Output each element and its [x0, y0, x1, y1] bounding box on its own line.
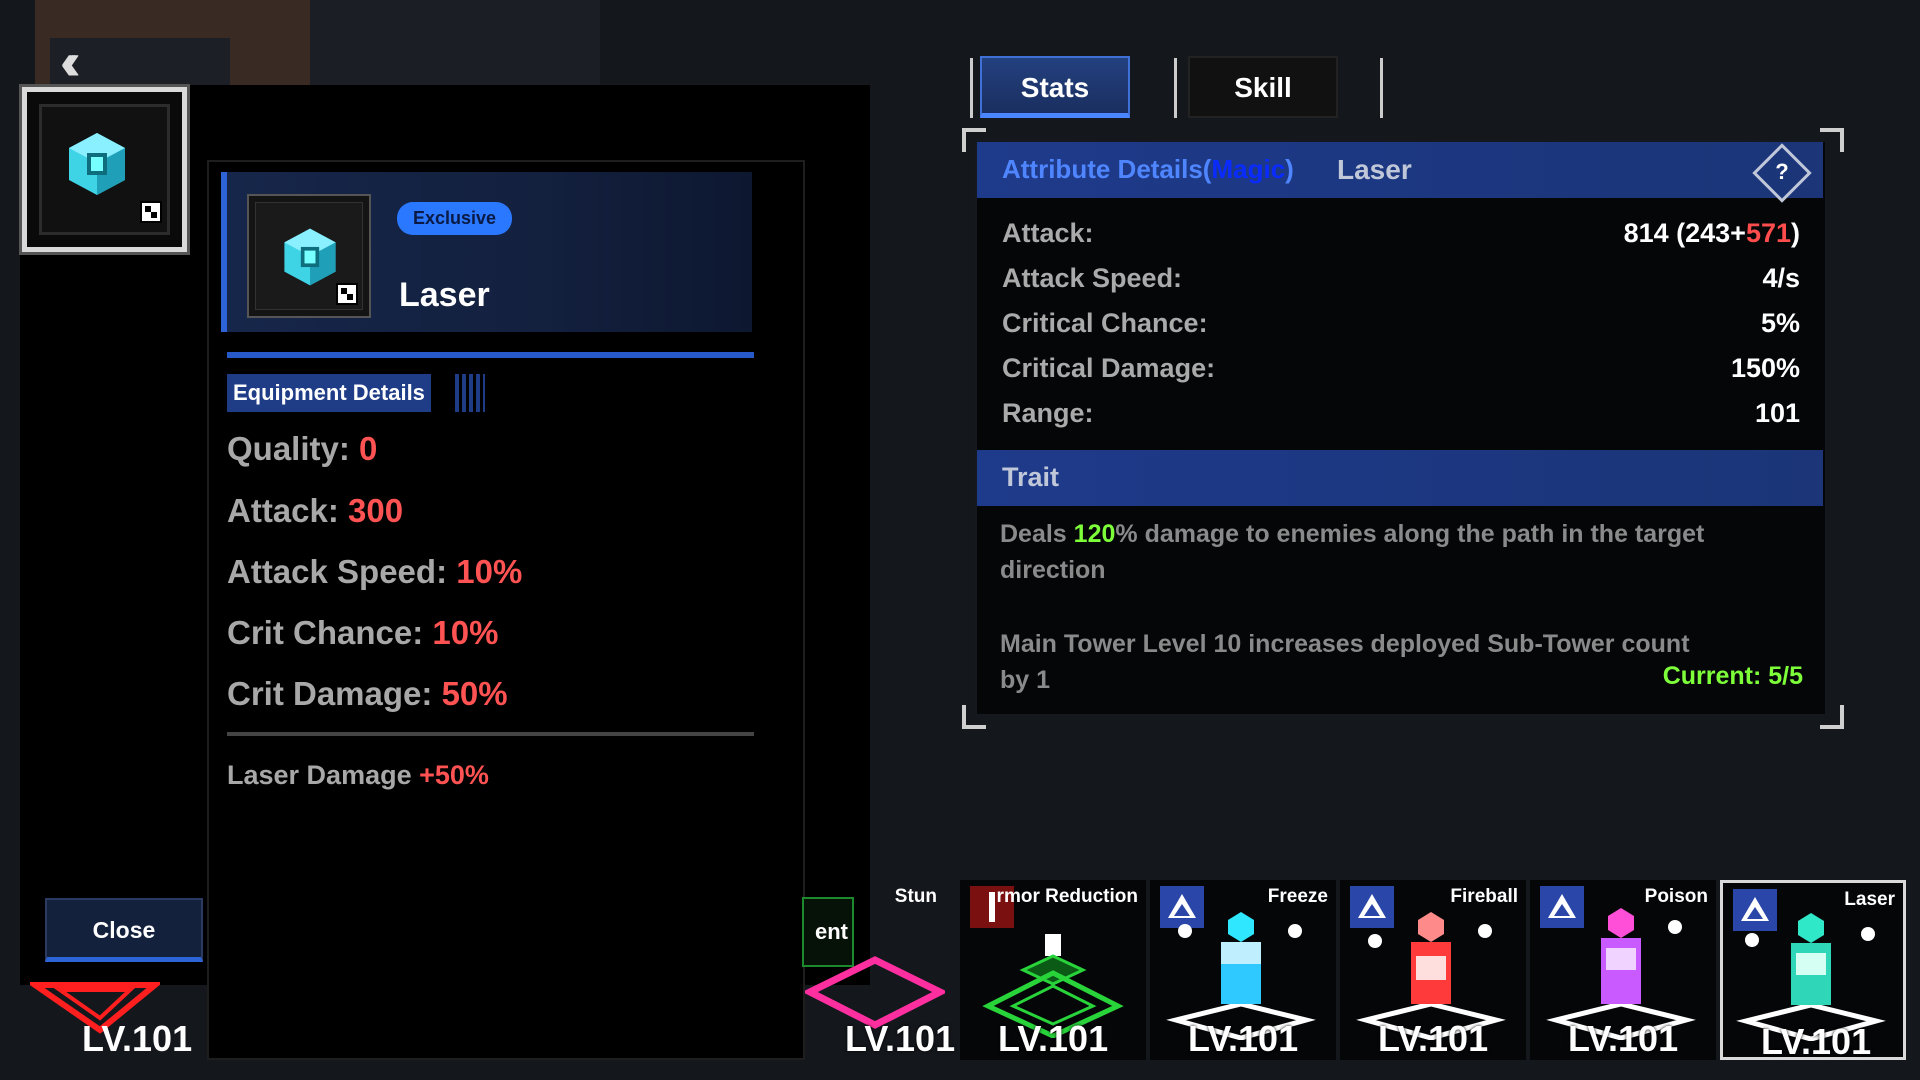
- stat-quality: Quality: 0: [227, 430, 377, 468]
- tab-skill[interactable]: Skill: [1188, 56, 1338, 118]
- tower-card-laser[interactable]: Laser LV.101: [1720, 880, 1906, 1062]
- damage-type: Magic: [1211, 154, 1286, 184]
- stat-value: 300: [348, 492, 404, 529]
- stat-value: 10%: [432, 614, 499, 651]
- tower-level: LV.101: [1761, 1021, 1872, 1062]
- stat-value: 0: [359, 430, 378, 467]
- trait-header: Trait: [977, 450, 1823, 506]
- attr-value: 150%: [1730, 353, 1800, 383]
- header-divider: [227, 352, 754, 358]
- item-name: Laser: [399, 276, 490, 314]
- attr-row-critical-damage: Critical Damage: 150%: [1002, 353, 1800, 384]
- attr-value: 4/s: [1762, 263, 1800, 293]
- tower-level: LV.101: [1378, 1018, 1489, 1059]
- tower-name: rmor Reduction: [996, 886, 1138, 907]
- equipment-details-label: Equipment Details: [227, 374, 431, 412]
- qr-badge-icon: [336, 283, 358, 305]
- attribute-title-suffix: ): [1285, 154, 1294, 184]
- equipped-item-slot[interactable]: [22, 87, 187, 252]
- stat-label: Crit Damage:: [227, 675, 433, 712]
- stat-attack-speed: Attack Speed: 10%: [227, 553, 522, 591]
- tower-card-stun[interactable]: Stun LV.101: [805, 880, 955, 1060]
- attr-label: Critical Chance:: [1002, 308, 1208, 338]
- cube-gem-icon: [284, 228, 336, 286]
- stat-attack: Attack: 300: [227, 492, 403, 530]
- back-button[interactable]: ‹‹: [50, 36, 230, 88]
- attr-row-range: Range: 101: [1002, 398, 1800, 429]
- stat-label: Attack Speed:: [227, 553, 448, 590]
- trait-description: Deals 120% damage to enemies along the p…: [1000, 520, 1705, 584]
- tower-level: LV.101: [82, 1018, 193, 1059]
- stat-label: Attack:: [227, 492, 339, 529]
- tower-level: LV.101: [845, 1018, 956, 1059]
- close-button[interactable]: Close: [45, 898, 203, 962]
- tower-card-poison[interactable]: Poison LV.101: [1530, 880, 1716, 1060]
- stat-label: Quality:: [227, 430, 350, 467]
- item-icon-inner: [255, 202, 363, 310]
- attr-label: Range:: [1002, 398, 1094, 428]
- double-chevron-left-icon: ‹‹: [60, 33, 80, 91]
- attr-label: Attack:: [1002, 218, 1094, 248]
- stat-crit-damage: Crit Damage: 50%: [227, 675, 508, 713]
- tower-level: LV.101: [1188, 1018, 1299, 1059]
- tab-separator: [1174, 58, 1177, 118]
- background-block: [310, 0, 600, 85]
- stat-value: 50%: [441, 675, 508, 712]
- stats-divider: [227, 732, 754, 736]
- tower-card-freeze[interactable]: Freeze LV.101: [1150, 880, 1336, 1060]
- tower-card-fireball[interactable]: Fireball LV.101: [1340, 880, 1526, 1060]
- cube-gem-icon: [69, 133, 125, 195]
- item-details-card: Exclusive Laser Equipment Details Qualit…: [207, 160, 805, 1060]
- tab-separator: [970, 58, 973, 118]
- exclusive-badge: Exclusive: [397, 202, 513, 235]
- bonus-stat: Laser Damage +50%: [227, 760, 489, 791]
- tab-separator: [1380, 58, 1383, 118]
- item-header: Exclusive Laser: [221, 172, 752, 332]
- tower-level: LV.101: [998, 1018, 1109, 1059]
- attribute-panel: Attribute Details(Magic) Laser ? Attack:…: [975, 140, 1827, 716]
- tag-decoration: [455, 374, 485, 412]
- attr-value: 814 (243+571): [1623, 218, 1800, 248]
- qr-badge-icon: [140, 201, 162, 223]
- bonus-label: Laser Damage: [227, 760, 412, 790]
- laser-tower-model: [1736, 913, 1886, 1041]
- attr-value: 5%: [1760, 308, 1800, 338]
- attr-row-attack-speed: Attack Speed: 4/s: [1002, 263, 1800, 294]
- trait-title: Trait: [1002, 462, 1060, 492]
- attribute-title-prefix: Attribute Details(: [1002, 154, 1212, 184]
- attribute-title: Attribute Details(Magic): [1002, 154, 1294, 185]
- attr-row-critical-chance: Critical Chance: 5%: [1002, 308, 1800, 339]
- tab-stats[interactable]: Stats: [980, 56, 1130, 118]
- bonus-value: +50%: [419, 760, 489, 790]
- stat-crit-chance: Crit Chance: 10%: [227, 614, 498, 652]
- stat-label: Crit Chance:: [227, 614, 424, 651]
- question-diamond-icon[interactable]: ?: [1752, 143, 1812, 203]
- tower-card-armor-reduction[interactable]: rmor Reduction LV.101: [960, 880, 1146, 1060]
- attr-value: 101: [1754, 398, 1800, 428]
- attr-label: Critical Damage:: [1002, 353, 1216, 383]
- item-icon-frame: [247, 194, 371, 318]
- tower-level: LV.101: [1568, 1018, 1679, 1059]
- tower-name: Laser: [1337, 154, 1412, 185]
- current-count: Current: 5/5: [1662, 662, 1803, 690]
- tower-name: Stun: [894, 886, 937, 907]
- attr-label: Attack Speed:: [1002, 263, 1183, 293]
- attr-row-attack: Attack: 814 (243+571): [1002, 218, 1800, 249]
- item-slot-frame: [39, 104, 170, 235]
- attribute-header: Attribute Details(Magic) Laser ?: [977, 142, 1823, 203]
- stat-value: 10%: [456, 553, 523, 590]
